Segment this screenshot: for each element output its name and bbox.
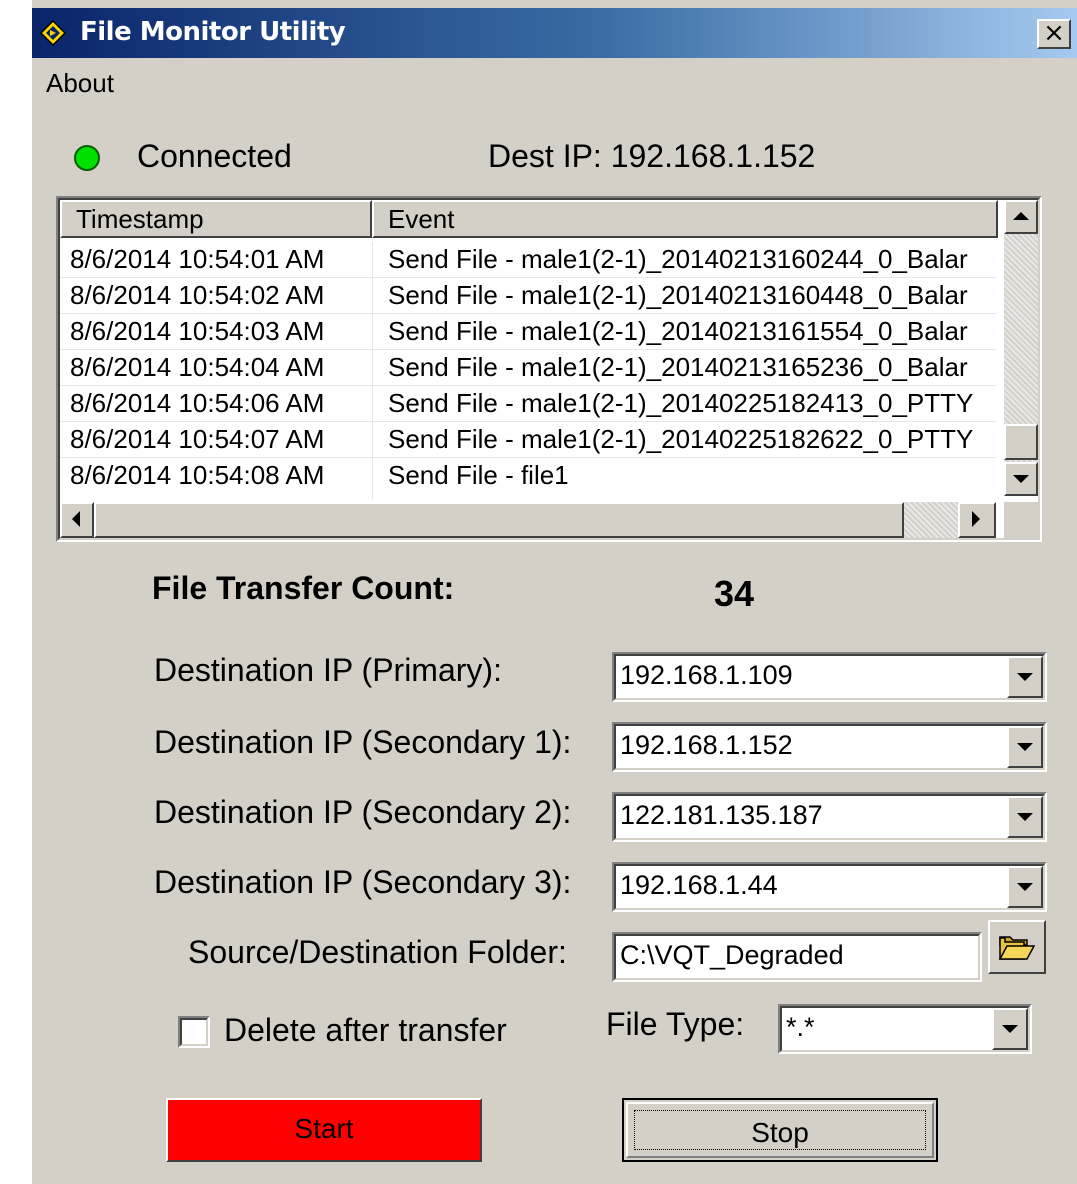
table-row[interactable]: 8/6/2014 10:54:06 AM Send File - male1(2…	[60, 386, 996, 422]
dest-ip-secondary1-label: Destination IP (Secondary 1):	[154, 724, 572, 760]
chevron-down-icon	[1017, 813, 1033, 821]
scroll-down-button[interactable]	[1004, 462, 1038, 496]
file-transfer-count-value: 34	[714, 573, 755, 614]
dest-ip-secondary1-combo[interactable]: 192.168.1.152	[612, 722, 1047, 772]
row-timestamp: 8/6/2014 10:54:02 AM	[70, 280, 325, 310]
scroll-right-button[interactable]	[958, 502, 996, 538]
table-row[interactable]: 8/6/2014 10:54:03 AM Send File - male1(2…	[60, 314, 996, 350]
folder-label: Source/Destination Folder:	[188, 934, 567, 970]
folder-path-value: C:\VQT_Degraded	[620, 940, 844, 970]
chevron-down-icon	[1017, 743, 1033, 751]
chevron-down-icon	[1002, 1025, 1018, 1033]
dest-ip-secondary2-dropdown-button[interactable]	[1007, 796, 1043, 838]
row-timestamp: 8/6/2014 10:54:01 AM	[70, 244, 325, 274]
connection-status-text: Connected	[137, 138, 292, 174]
chevron-down-icon	[1017, 883, 1033, 891]
file-transfer-count-label: File Transfer Count:	[152, 570, 455, 606]
file-type-label: File Type:	[606, 1006, 745, 1042]
stop-button[interactable]: Stop	[622, 1098, 938, 1162]
dest-ip-secondary3-combo[interactable]: 192.168.1.44	[612, 862, 1047, 912]
close-icon: ×	[1043, 18, 1065, 48]
dest-ip-secondary3-dropdown-button[interactable]	[1007, 866, 1043, 908]
event-log-list[interactable]: Timestamp Event 8/6/2014 10:54:01 AM Sen…	[56, 196, 1042, 542]
scrollbar-corner	[1004, 502, 1038, 538]
dest-ip-primary-combo[interactable]: 192.168.1.109	[612, 652, 1047, 702]
table-row[interactable]: 8/6/2014 10:54:08 AM Send File - file1	[60, 458, 996, 494]
dest-ip-secondary3-value: 192.168.1.44	[620, 870, 778, 900]
close-button[interactable]: ×	[1037, 19, 1071, 49]
row-event: Send File - male1(2-1)_20140213161554_0_…	[388, 316, 968, 346]
arrow-down-icon	[1013, 475, 1029, 483]
table-row[interactable]: 8/6/2014 10:54:02 AM Send File - male1(2…	[60, 278, 996, 314]
arrow-left-icon	[72, 511, 80, 527]
vertical-scroll-thumb[interactable]	[1004, 424, 1038, 460]
delete-after-transfer-checkbox[interactable]	[178, 1016, 210, 1048]
file-type-value: *.*	[786, 1012, 815, 1042]
row-timestamp: 8/6/2014 10:54:06 AM	[70, 388, 325, 418]
window-title: File Monitor Utility	[80, 17, 346, 47]
delete-after-transfer-label: Delete after transfer	[224, 1012, 507, 1048]
start-button[interactable]: Start	[166, 1098, 482, 1162]
file-type-combo[interactable]: *.*	[778, 1004, 1032, 1054]
dest-ip-secondary1-value: 192.168.1.152	[620, 730, 793, 760]
vertical-scrollbar[interactable]	[1004, 200, 1038, 496]
row-event: Send File - male1(2-1)_20140225182622_0_…	[388, 424, 974, 454]
current-dest-ip: Dest IP: 192.168.1.152	[488, 138, 816, 174]
table-row[interactable]: 8/6/2014 10:54:04 AM Send File - male1(2…	[60, 350, 996, 386]
horizontal-scrollbar[interactable]	[60, 502, 996, 538]
scroll-left-button[interactable]	[60, 502, 94, 538]
row-timestamp: 8/6/2014 10:54:07 AM	[70, 424, 325, 454]
title-bar[interactable]: File Monitor Utility ×	[32, 8, 1077, 58]
column-header-timestamp[interactable]: Timestamp	[60, 200, 372, 238]
row-event: Send File - male1(2-1)_20140213165236_0_…	[388, 352, 968, 382]
dest-ip-primary-dropdown-button[interactable]	[1007, 656, 1043, 698]
table-row[interactable]: 8/6/2014 10:54:07 AM Send File - male1(2…	[60, 422, 996, 458]
arrow-up-icon	[1013, 212, 1029, 220]
arrow-right-icon	[972, 511, 980, 527]
column-header-event[interactable]: Event	[372, 200, 998, 238]
row-event: Send File - file1	[388, 460, 569, 490]
dest-ip-secondary1-dropdown-button[interactable]	[1007, 726, 1043, 768]
stop-button-label: Stop	[634, 1110, 926, 1150]
row-event: Send File - male1(2-1)_20140213160244_0_…	[388, 244, 968, 274]
dest-ip-secondary2-label: Destination IP (Secondary 2):	[154, 794, 572, 830]
chevron-down-icon	[1017, 673, 1033, 681]
folder-path-input[interactable]: C:\VQT_Degraded	[612, 932, 982, 982]
table-row[interactable]: 8/6/2014 10:54:01 AM Send File - male1(2…	[60, 242, 996, 278]
connection-status-indicator	[74, 145, 100, 171]
horizontal-scroll-thumb[interactable]	[94, 502, 904, 538]
main-window: File Monitor Utility × About Connected D…	[30, 0, 1077, 1184]
app-diamond-icon	[40, 20, 66, 46]
browse-folder-button[interactable]	[988, 920, 1046, 974]
row-event: Send File - male1(2-1)_20140225182413_0_…	[388, 388, 974, 418]
dest-ip-secondary2-value: 122.181.135.187	[620, 800, 823, 830]
dest-ip-secondary3-label: Destination IP (Secondary 3):	[154, 864, 572, 900]
row-timestamp: 8/6/2014 10:54:08 AM	[70, 460, 325, 490]
file-type-dropdown-button[interactable]	[992, 1008, 1028, 1050]
dest-ip-secondary2-combo[interactable]: 122.181.135.187	[612, 792, 1047, 842]
scroll-up-button[interactable]	[1004, 200, 1038, 234]
menu-about[interactable]: About	[46, 68, 114, 99]
row-timestamp: 8/6/2014 10:54:04 AM	[70, 352, 325, 382]
row-timestamp: 8/6/2014 10:54:03 AM	[70, 316, 325, 346]
dest-ip-primary-value: 192.168.1.109	[620, 660, 793, 690]
row-event: Send File - male1(2-1)_20140213160448_0_…	[388, 280, 968, 310]
menu-bar: About	[32, 58, 1077, 106]
dest-ip-primary-label: Destination IP (Primary):	[154, 652, 502, 688]
open-folder-icon	[998, 936, 1036, 960]
